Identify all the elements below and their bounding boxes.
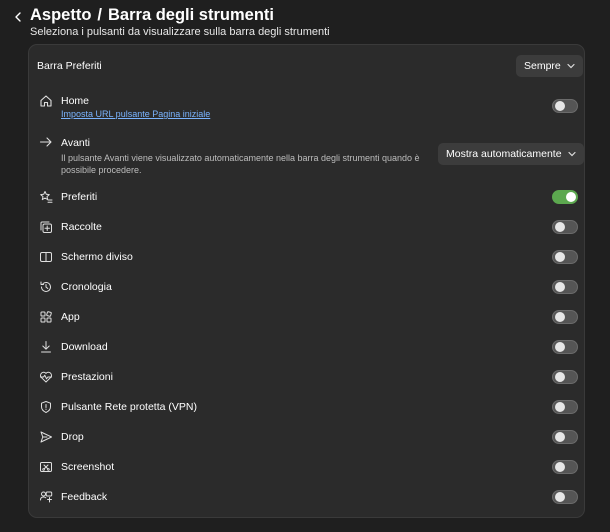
toggle-knob	[555, 252, 565, 262]
home-icon	[39, 94, 53, 108]
screenshot-toggle[interactable]	[552, 460, 578, 474]
performance-setting: Prestazioni	[29, 367, 584, 387]
page-title: Aspetto / Barra degli strumenti	[30, 6, 274, 25]
apps-toggle[interactable]	[552, 310, 578, 324]
collections-toggle[interactable]	[552, 220, 578, 234]
page-subtitle: Seleziona i pulsanti da visualizzare sul…	[30, 26, 330, 38]
breadcrumb-parent[interactable]: Aspetto	[30, 6, 91, 24]
back-button[interactable]	[10, 9, 26, 25]
vpn-toggle[interactable]	[552, 400, 578, 414]
forward-description: Il pulsante Avanti viene visualizzato au…	[61, 153, 420, 175]
item-label: Prestazioni	[61, 371, 113, 383]
chevron-down-icon	[567, 151, 576, 157]
performance-toggle[interactable]	[552, 370, 578, 384]
star-list-icon	[39, 190, 53, 204]
favorites-bar-dropdown[interactable]: Sempre	[516, 55, 583, 77]
feedback-toggle[interactable]	[552, 490, 578, 504]
item-label: Drop	[61, 431, 84, 443]
toggle-knob	[555, 222, 565, 232]
vpn-setting: Pulsante Rete protetta (VPN)	[29, 397, 584, 417]
feedback-setting: Feedback	[29, 487, 584, 507]
chevron-down-icon	[567, 63, 575, 69]
toggle-knob	[555, 372, 565, 382]
forward-label: Avanti	[61, 137, 90, 149]
forward-dropdown-value: Mostra automaticamente	[446, 148, 562, 160]
toggle-knob	[555, 101, 565, 111]
item-label: Download	[61, 341, 108, 353]
home-url-link[interactable]: Imposta URL pulsante Pagina iniziale	[61, 109, 210, 119]
apps-icon	[39, 310, 53, 324]
screenshot-icon	[39, 460, 53, 474]
toggle-knob	[555, 492, 565, 502]
download-setting: Download	[29, 337, 584, 357]
favorites-bar-setting: Barra Preferiti Sempre	[29, 45, 584, 85]
favorites-toggle[interactable]	[552, 190, 578, 204]
toggle-knob	[555, 342, 565, 352]
download-toggle[interactable]	[552, 340, 578, 354]
favorites-setting: Preferiti	[29, 187, 584, 207]
split-screen-icon	[39, 250, 53, 264]
download-icon	[39, 340, 53, 354]
arrow-right-icon	[39, 135, 53, 149]
history-toggle[interactable]	[552, 280, 578, 294]
toolbar-settings-card: Barra Preferiti Sempre Home Imposta URL …	[28, 44, 585, 518]
drop-setting: Drop	[29, 427, 584, 447]
toggle-knob	[555, 432, 565, 442]
collections-setting: Raccolte	[29, 217, 584, 237]
favorites-bar-label: Barra Preferiti	[37, 60, 102, 72]
drop-toggle[interactable]	[552, 430, 578, 444]
shield-icon	[39, 400, 53, 414]
toggle-knob	[555, 402, 565, 412]
page-header: Aspetto / Barra degli strumenti Seleziona …	[0, 0, 610, 44]
history-icon	[39, 280, 53, 294]
apps-setting: App	[29, 307, 584, 327]
home-label: Home	[61, 95, 90, 107]
collections-icon	[39, 220, 53, 234]
split-screen-setting: Schermo diviso	[29, 247, 584, 267]
send-icon	[39, 430, 53, 444]
toggle-knob	[555, 312, 565, 322]
forward-dropdown[interactable]: Mostra automaticamente	[438, 143, 584, 165]
breadcrumb-current: Barra degli strumenti	[108, 6, 274, 24]
item-label: Cronologia	[61, 281, 112, 293]
toggle-knob	[555, 282, 565, 292]
history-setting: Cronologia	[29, 277, 584, 297]
breadcrumb-separator: /	[97, 6, 103, 24]
home-setting: Home Imposta URL pulsante Pagina inizial…	[29, 91, 584, 123]
screenshot-setting: Screenshot	[29, 457, 584, 477]
item-label: Screenshot	[61, 461, 115, 473]
split-screen-toggle[interactable]	[552, 250, 578, 264]
home-toggle[interactable]	[552, 99, 578, 113]
item-label: Pulsante Rete protetta (VPN)	[61, 401, 197, 413]
chevron-left-icon	[15, 12, 21, 22]
item-label: Schermo diviso	[61, 251, 133, 263]
forward-setting: Avanti Il pulsante Avanti viene visualiz…	[29, 133, 584, 177]
performance-icon	[39, 370, 53, 384]
toggle-knob	[555, 462, 565, 472]
item-label: App	[61, 311, 80, 323]
item-label: Raccolte	[61, 221, 102, 233]
item-label: Feedback	[61, 491, 108, 503]
toggle-knob	[566, 192, 576, 202]
favorites-bar-dropdown-value: Sempre	[524, 60, 561, 72]
feedback-icon	[39, 490, 53, 504]
item-label: Preferiti	[61, 191, 98, 203]
